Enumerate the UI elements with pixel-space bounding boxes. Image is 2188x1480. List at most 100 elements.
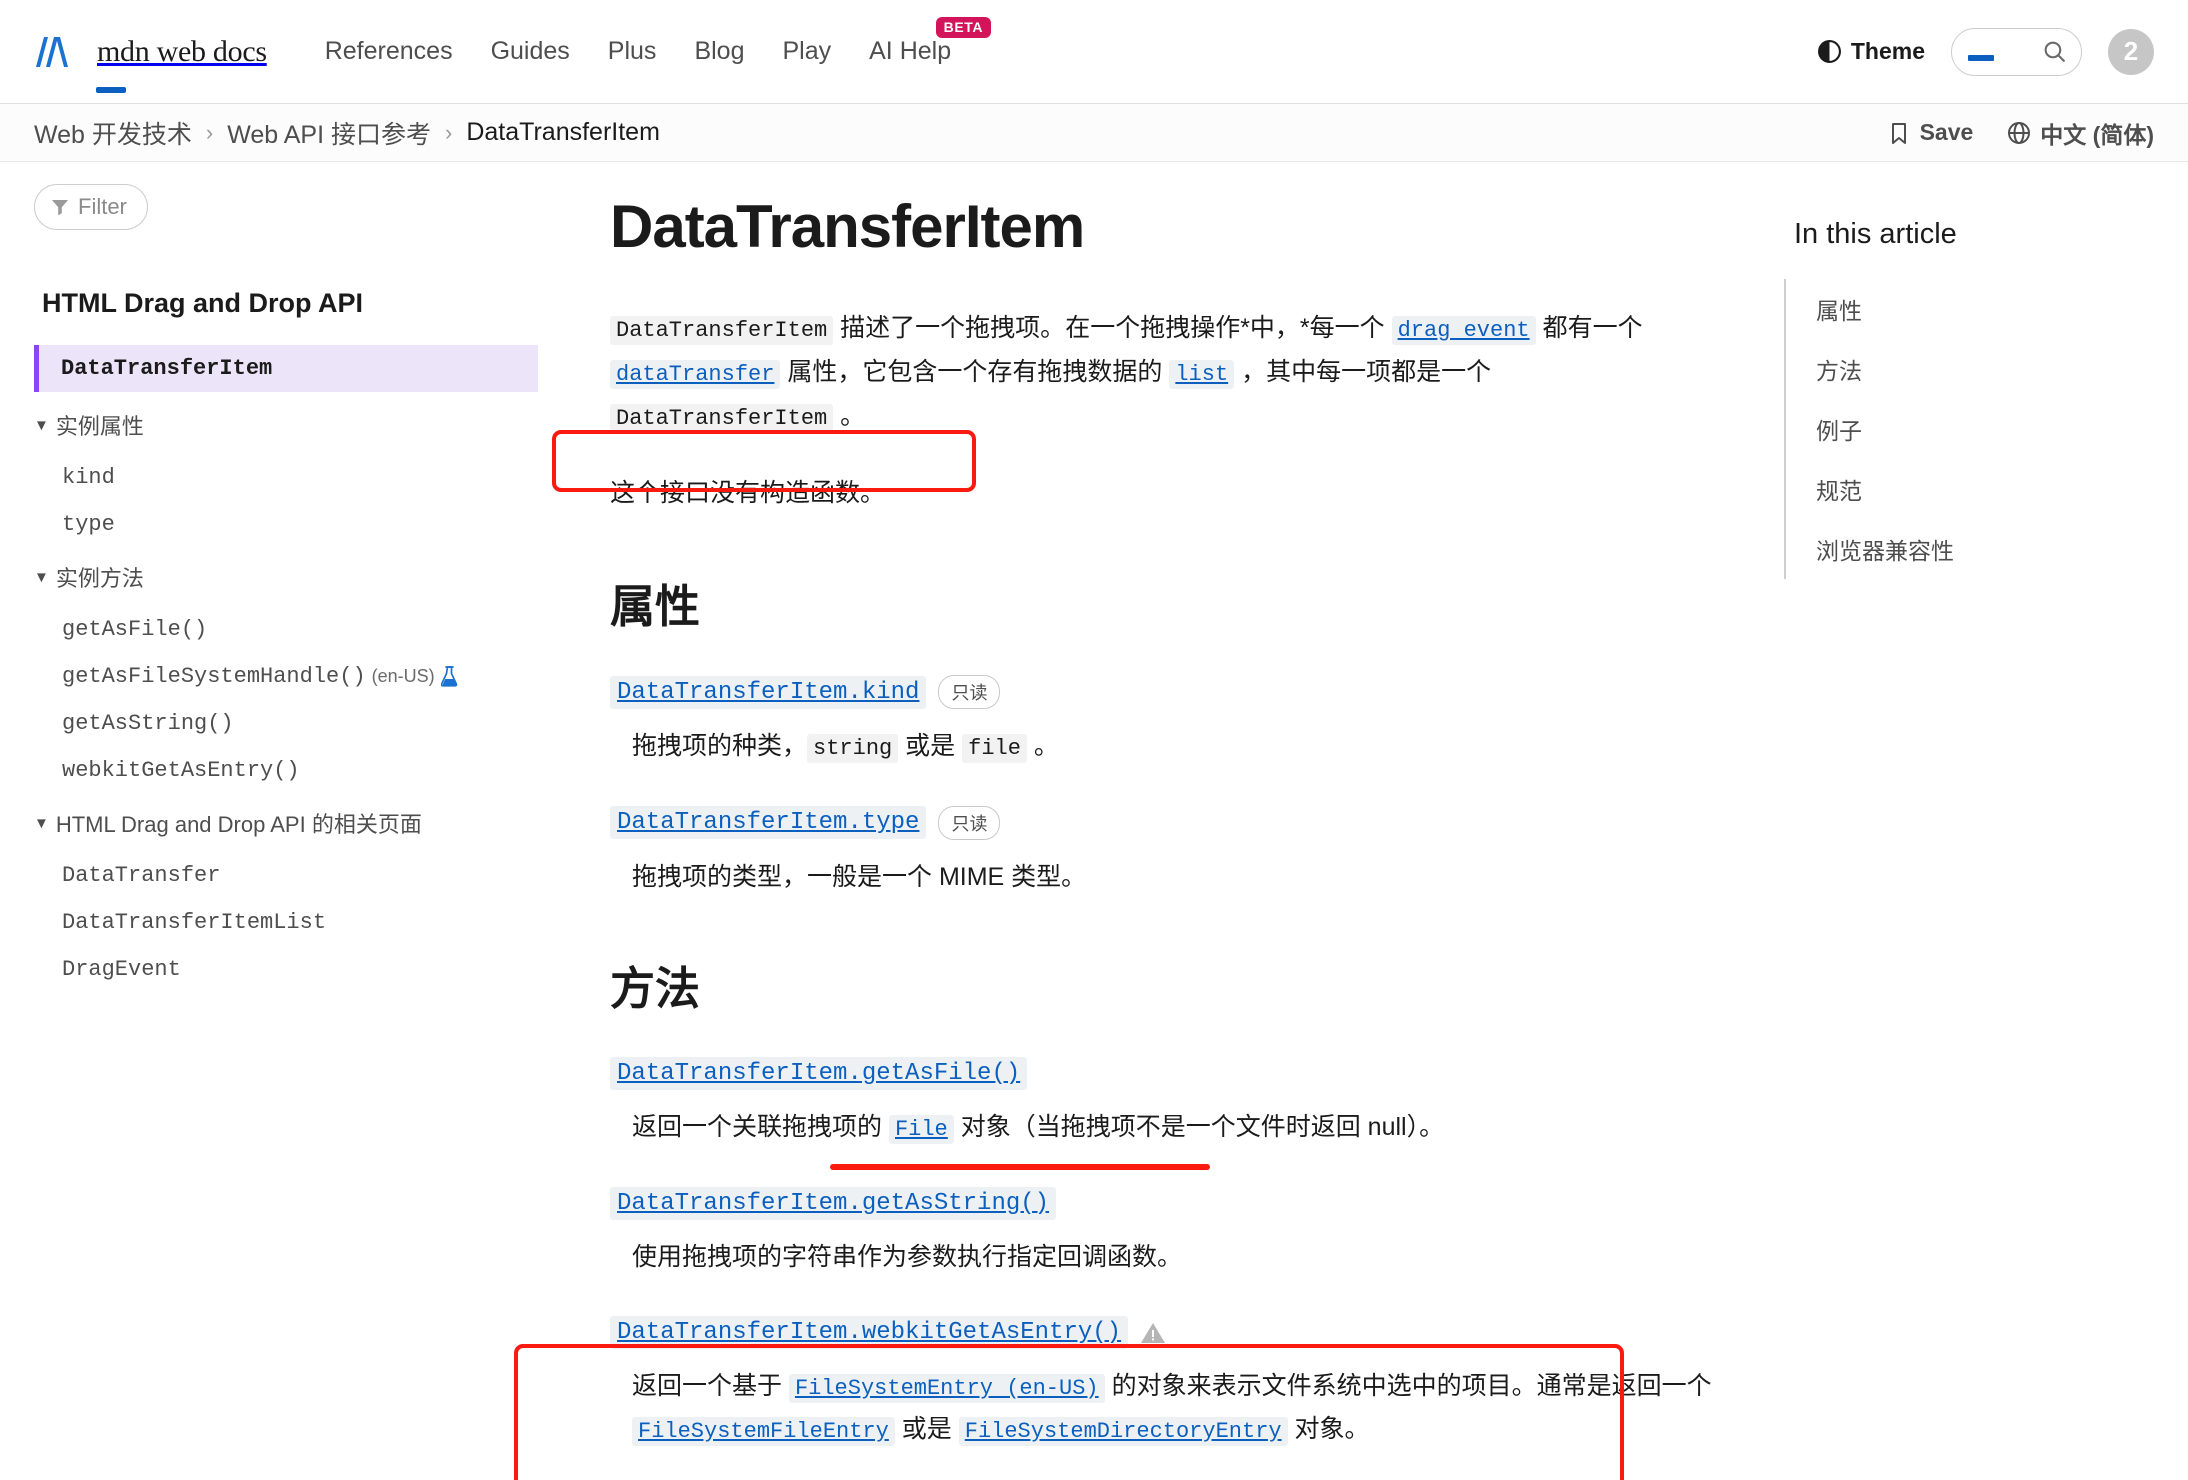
- code-string: string: [807, 734, 899, 763]
- page-layout: Filter HTML Drag and Drop API DataTransf…: [0, 162, 2188, 1480]
- nav-item-blog[interactable]: Blog: [694, 33, 744, 70]
- sidebar-item-getasfile[interactable]: getAsFile(): [34, 606, 538, 653]
- method-entry-getasfile: DataTransferItem.getAsFile() 返回一个关联拖拽项的 …: [610, 1057, 1718, 1149]
- breadcrumb: Web 开发技术 › Web API 接口参考 › DataTransferIt…: [34, 115, 660, 151]
- breadcrumb-item-web-api[interactable]: Web API 接口参考: [227, 115, 431, 151]
- breadcrumb-bar: Web 开发技术 › Web API 接口参考 › DataTransferIt…: [0, 104, 2188, 162]
- save-label: Save: [1919, 119, 1974, 145]
- nav-item-guides[interactable]: Guides: [491, 33, 570, 70]
- toc-item[interactable]: 规范: [1786, 459, 2158, 519]
- filter-label: Filter: [78, 194, 127, 219]
- sidebar-item-datatransferitemlist[interactable]: DataTransferItemList: [34, 899, 538, 946]
- sidebar-item-webkitgetasentry[interactable]: webkitGetAsEntry(): [34, 747, 538, 794]
- experimental-flask-icon: [440, 666, 457, 687]
- link-filesystemdirectoryentry[interactable]: FileSystemDirectoryEntry: [958, 1416, 1288, 1446]
- save-button[interactable]: Save: [1887, 119, 1974, 146]
- sidebar-group-label: HTML Drag and Drop API 的相关页面: [55, 812, 422, 837]
- link-datatransferitem-kind[interactable]: DataTransferItem.kind: [610, 675, 927, 709]
- link-datatransfer[interactable]: dataTransfer: [610, 359, 781, 389]
- intro-code-datatransferitem: DataTransferItem: [610, 316, 834, 345]
- method-webkitgetasentry-description: 返回一个基于 FileSystemEntry (en-US) 的对象来表示文件系…: [632, 1365, 1718, 1450]
- link-datatransferitem-type[interactable]: DataTransferItem.type: [610, 806, 927, 839]
- chevron-down-icon: ▼: [34, 568, 49, 586]
- intro-text-5: ，其中每一项都是一个: [1234, 357, 1492, 386]
- site-header: mdn web docs References Guides Plus Blog…: [0, 0, 2188, 104]
- readonly-badge: 只读: [938, 805, 1001, 840]
- property-type-header: DataTransferItem.type 只读: [610, 805, 1718, 840]
- desc-text-pre: 返回一个基于: [632, 1372, 789, 1400]
- sidebar-item-getasstring[interactable]: getAsString(): [34, 700, 538, 747]
- property-kind-description: 拖拽项的种类， string 或是 file 。: [632, 725, 1718, 768]
- sidebar-item-datatransferitem[interactable]: DataTransferItem: [34, 345, 538, 392]
- sidebar-item-label[interactable]: DataTransferItem: [34, 345, 538, 392]
- sidebar-item-getasfilesystemhandle[interactable]: getAsFileSystemHandle() (en-US): [34, 653, 538, 700]
- link-locale: (en-US): [993, 1376, 1099, 1401]
- search-input[interactable]: [1951, 27, 2082, 76]
- sidebar-group-instance-methods[interactable]: ▼ 实例方法 getAsFile() getAsFileSystemHandle…: [34, 548, 538, 794]
- section-heading-methods: 方法: [610, 963, 701, 1014]
- property-type-description: 拖拽项的类型，一般是一个 MIME 类型。: [632, 862, 1087, 891]
- intro-text-2: 在一个拖拽操作*中，*每一个: [1065, 314, 1392, 342]
- mdn-logo-icon: [36, 36, 68, 67]
- method-getasstring-description: 使用拖拽项的字符串作为参数执行指定回调函数。: [632, 1242, 1183, 1271]
- link-filesystementry[interactable]: FileSystemEntry (en-US): [788, 1374, 1105, 1403]
- theme-toggle-button[interactable]: Theme: [1817, 38, 1925, 65]
- toc-item[interactable]: 例子: [1786, 399, 2158, 459]
- intro-text-3: 都有一个: [1535, 314, 1643, 342]
- sidebar-group-header[interactable]: ▼ 实例方法: [34, 548, 538, 606]
- toc-link-methods[interactable]: 方法: [1786, 339, 2158, 399]
- property-entry-kind: DataTransferItem.kind 只读 拖拽项的种类， string 或…: [610, 675, 1718, 768]
- mdn-logo-text: mdn web docs: [97, 34, 267, 68]
- nav-item-plus[interactable]: Plus: [608, 33, 657, 70]
- desc-text-mid: 或是: [898, 732, 963, 760]
- annotation-underline-getasfile: [830, 1164, 1210, 1170]
- sidebar-group-related-pages[interactable]: ▼ HTML Drag and Drop API 的相关页面 DataTrans…: [34, 794, 538, 993]
- breadcrumb-item-current: DataTransferItem: [466, 118, 660, 146]
- sidebar-item-datatransfer[interactable]: DataTransfer: [34, 852, 538, 899]
- page-title: DataTransferItem: [610, 193, 1085, 260]
- method-getasfile-header: DataTransferItem.getAsFile(): [610, 1057, 1718, 1090]
- toc-link-browser-compatibility[interactable]: 浏览器兼容性: [1786, 519, 2158, 579]
- nav-item-play[interactable]: Play: [782, 33, 831, 70]
- breadcrumb-item-web-tech[interactable]: Web 开发技术: [34, 115, 192, 151]
- sidebar-nav: DataTransferItem ▼ 实例属性 kind type ▼ 实例方法…: [34, 345, 538, 993]
- theme-contrast-icon: [1817, 40, 1841, 63]
- sidebar-group-header[interactable]: ▼ 实例属性: [34, 396, 538, 454]
- intro-text-1: 描述了一个拖拽项。: [833, 314, 1066, 342]
- link-list[interactable]: list: [1169, 359, 1235, 389]
- sidebar-group-header[interactable]: ▼ HTML Drag and Drop API 的相关页面: [34, 794, 538, 852]
- desc-text-mid-1: 的对象来表示文件系统中选中的项目。通常是返回一个: [1104, 1372, 1712, 1400]
- beta-badge: BETA: [935, 17, 992, 39]
- sidebar-item-type[interactable]: type: [34, 501, 538, 548]
- mdn-logo[interactable]: mdn web docs: [34, 34, 267, 93]
- link-drag-event[interactable]: drag event: [1391, 316, 1536, 345]
- search-text-cursor: [1968, 54, 1994, 61]
- toc-link-specifications[interactable]: 规范: [1786, 459, 2158, 519]
- sidebar-item-kind[interactable]: kind: [34, 454, 538, 501]
- filter-button[interactable]: Filter: [34, 184, 148, 230]
- intro-code-datatransferitem-2: DataTransferItem: [610, 403, 834, 433]
- toc-link-properties[interactable]: 属性: [1786, 279, 2158, 339]
- toc-item[interactable]: 浏览器兼容性: [1786, 519, 2158, 579]
- intro-text-6: 。: [833, 401, 866, 430]
- bookmark-icon: [1891, 122, 1906, 144]
- link-file[interactable]: File: [888, 1115, 954, 1144]
- sidebar-group-instance-properties[interactable]: ▼ 实例属性 kind type: [34, 396, 538, 548]
- link-filesystemfileentry[interactable]: FileSystemFileEntry: [632, 1416, 895, 1446]
- link-datatransferitem-webkitgetasentry[interactable]: DataTransferItem.webkitGetAsEntry(): [610, 1316, 1129, 1349]
- toc-item[interactable]: 属性: [1786, 279, 2158, 339]
- nav-item-ai-help[interactable]: AI Help BETA: [869, 17, 992, 70]
- avatar[interactable]: 2: [2108, 28, 2154, 75]
- link-datatransferitem-getasfile[interactable]: DataTransferItem.getAsFile(): [610, 1057, 1028, 1090]
- desc-text-pre: 返回一个关联拖拽项的: [632, 1113, 889, 1141]
- method-webkitgetasentry-header: DataTransferItem.webkitGetAsEntry(): [610, 1316, 1718, 1349]
- intro-paragraph: DataTransferItem 描述了一个拖拽项。在一个拖拽操作*中，*每一个…: [610, 307, 1718, 438]
- nav-item-references[interactable]: References: [325, 33, 453, 70]
- toc-link-examples[interactable]: 例子: [1786, 399, 2158, 459]
- link-datatransferitem-getasstring[interactable]: DataTransferItem.getAsString(): [610, 1186, 1057, 1220]
- desc-text-post: 。: [1026, 732, 1059, 760]
- toc-item[interactable]: 方法: [1786, 339, 2158, 399]
- sidebar-group-label: 实例属性: [55, 414, 144, 439]
- language-selector[interactable]: 中文 (简体): [2007, 116, 2154, 150]
- sidebar-item-dragevent[interactable]: DragEvent: [34, 946, 538, 993]
